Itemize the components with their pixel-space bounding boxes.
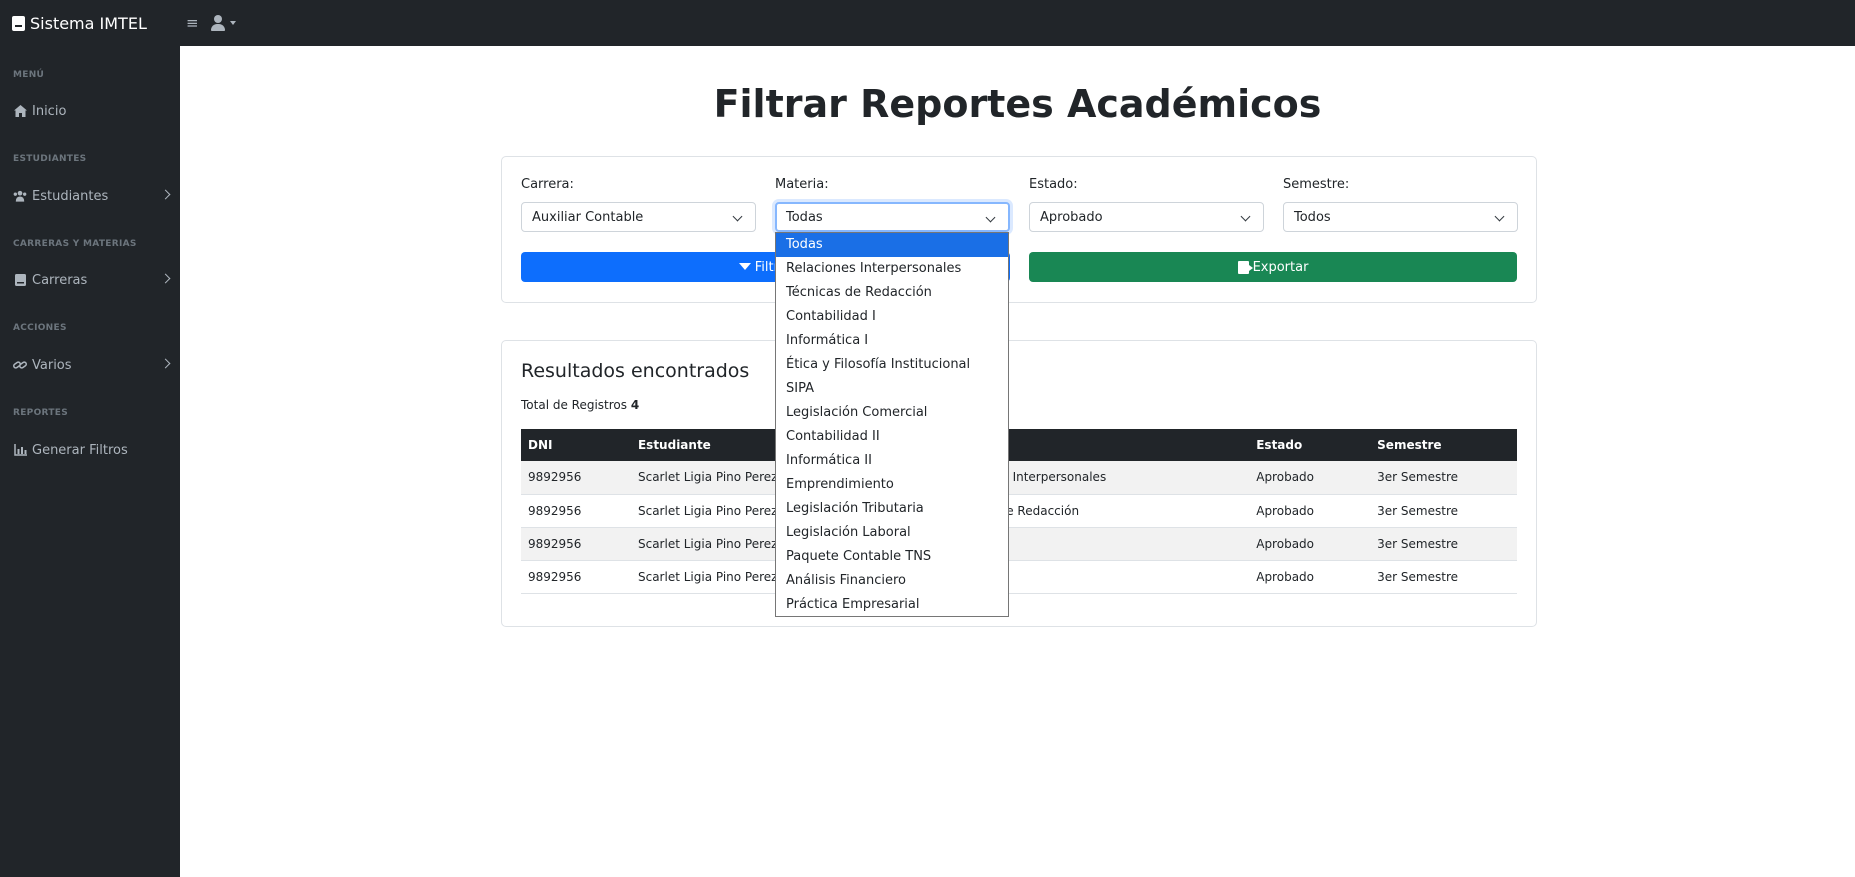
- export-button-label: Exportar: [1252, 259, 1309, 275]
- carrera-label: Carrera:: [521, 177, 574, 192]
- dropdown-option[interactable]: Emprendimiento: [776, 473, 1008, 497]
- chevron-down-icon: [1240, 211, 1251, 222]
- home-icon: [13, 105, 27, 117]
- table-cell: 3er Semestre: [1370, 494, 1517, 528]
- dropdown-option[interactable]: Relaciones Interpersonales: [776, 257, 1008, 281]
- chart-icon: [13, 444, 27, 456]
- brand-link[interactable]: Sistema IMTEL: [12, 0, 147, 46]
- table-row: 9892956 Scarlet Ligia Pino Perez Aprobad…: [521, 527, 1517, 561]
- dropdown-option[interactable]: Contabilidad I: [776, 305, 1008, 329]
- sidebar-heading-carreras: CARRERAS Y MATERIAS: [13, 239, 137, 249]
- results-title: Resultados encontrados: [521, 360, 750, 382]
- dropdown-option[interactable]: Legislación Comercial: [776, 401, 1008, 425]
- dropdown-option[interactable]: Informática II: [776, 449, 1008, 473]
- dropdown-option[interactable]: Paquete Contable TNS: [776, 545, 1008, 569]
- table-cell: 9892956: [521, 560, 631, 594]
- semestre-select[interactable]: Todos: [1283, 202, 1518, 232]
- sidebar-item-generar-filtros[interactable]: Generar Filtros: [13, 439, 169, 461]
- table-cell: 3er Semestre: [1370, 527, 1517, 561]
- table-header-row: DNI Estudiante Estado Semestre: [521, 429, 1517, 461]
- page-title: Filtrar Reportes Académicos: [713, 82, 1322, 126]
- sidebar-heading-acciones: ACCIONES: [13, 323, 67, 333]
- dropdown-option[interactable]: Ética y Filosofía Institucional: [776, 353, 1008, 377]
- dropdown-option[interactable]: Todas: [776, 233, 1008, 257]
- book-icon: [12, 15, 25, 31]
- chevron-right-icon: [160, 273, 171, 284]
- sidebar-item-inicio[interactable]: Inicio: [13, 100, 169, 122]
- users-icon: [13, 190, 27, 202]
- table-cell: Aprobado: [1249, 461, 1371, 495]
- dropdown-option[interactable]: SIPA: [776, 377, 1008, 401]
- dropdown-option[interactable]: Legislación Laboral: [776, 521, 1008, 545]
- table-cell: Aprobado: [1249, 560, 1371, 594]
- carrera-select[interactable]: Auxiliar Contable: [521, 202, 756, 232]
- dropdown-option[interactable]: Contabilidad II: [776, 425, 1008, 449]
- dropdown-option[interactable]: Práctica Empresarial: [776, 593, 1008, 617]
- estado-label: Estado:: [1029, 177, 1078, 192]
- results-total-value: 4: [630, 398, 640, 412]
- column-header: DNI: [521, 429, 631, 461]
- estado-select[interactable]: Aprobado: [1029, 202, 1264, 232]
- link-icon: [13, 359, 27, 371]
- estado-value: Aprobado: [1040, 209, 1103, 225]
- results-total-label: Total de Registros: [521, 398, 628, 412]
- sidebar-item-label: Generar Filtros: [32, 442, 128, 458]
- table-cell: Aprobado: [1249, 494, 1371, 528]
- table-row: 9892956 Scarlet Ligia Pino Perez Relacio…: [521, 461, 1517, 495]
- dropdown-option[interactable]: Análisis Financiero: [776, 569, 1008, 593]
- table-cell: 3er Semestre: [1370, 461, 1517, 495]
- user-menu-button[interactable]: [211, 13, 236, 33]
- dropdown-option[interactable]: Legislación Tributaria: [776, 497, 1008, 521]
- sidebar-item-label: Carreras: [32, 272, 88, 288]
- sidebar-heading-reportes: REPORTES: [13, 408, 69, 418]
- dropdown-option[interactable]: Técnicas de Redacción: [776, 281, 1008, 305]
- top-navbar: Sistema IMTEL ≡: [0, 0, 1855, 46]
- chevron-down-icon: [985, 212, 996, 223]
- table-cell: 9892956: [521, 461, 631, 495]
- dropdown-option[interactable]: Informática I: [776, 329, 1008, 353]
- file-export-icon: [1237, 260, 1253, 274]
- export-button[interactable]: Exportar: [1029, 252, 1517, 282]
- sidebar-heading-estudiantes: ESTUDIANTES: [13, 154, 87, 164]
- carrera-value: Auxiliar Contable: [532, 209, 644, 225]
- semestre-label: Semestre:: [1283, 177, 1350, 192]
- sidebar-item-label: Varios: [32, 357, 72, 373]
- results-total: Total de Registros 4: [521, 398, 639, 412]
- materia-select[interactable]: Todas: [775, 202, 1010, 232]
- chevron-right-icon: [160, 358, 171, 369]
- semestre-value: Todos: [1294, 209, 1331, 225]
- table-cell: Aprobado: [1249, 527, 1371, 561]
- table-row: 9892956 Scarlet Ligia Pino Perez Aprobad…: [521, 560, 1517, 594]
- chevron-right-icon: [160, 189, 171, 200]
- sidebar-heading-menu: MENÚ: [13, 70, 45, 80]
- sidebar-item-label: Estudiantes: [32, 188, 109, 204]
- materia-label: Materia:: [775, 177, 829, 192]
- chevron-down-icon: [1494, 211, 1505, 222]
- filter-icon: [738, 262, 751, 270]
- book-icon: [13, 274, 27, 286]
- table-cell: 9892956: [521, 527, 631, 561]
- brand-title: Sistema IMTEL: [30, 13, 147, 33]
- sidebar-item-varios[interactable]: Varios: [13, 354, 171, 376]
- table-cell: 9892956: [521, 494, 631, 528]
- sidebar-item-estudiantes[interactable]: Estudiantes: [13, 185, 171, 207]
- sidebar: MENÚ Inicio ESTUDIANTES Estudiantes CARR…: [0, 46, 180, 877]
- column-header: Estado: [1249, 429, 1371, 461]
- sidebar-toggle-icon[interactable]: ≡: [186, 13, 199, 33]
- table-row: 9892956 Scarlet Ligia Pino Perez Técnica…: [521, 494, 1517, 528]
- materia-value: Todas: [786, 209, 823, 225]
- column-header: Semestre: [1370, 429, 1517, 461]
- results-table: DNI Estudiante Estado Semestre 9892956 S…: [521, 429, 1517, 594]
- sidebar-item-carreras[interactable]: Carreras: [13, 269, 171, 291]
- chevron-down-icon: [732, 211, 743, 222]
- caret-down-icon: [230, 21, 236, 25]
- materia-dropdown-list: Todas Relaciones Interpersonales Técnica…: [775, 232, 1009, 617]
- sidebar-item-label: Inicio: [32, 103, 67, 119]
- table-cell: 3er Semestre: [1370, 560, 1517, 594]
- user-icon: [211, 13, 225, 33]
